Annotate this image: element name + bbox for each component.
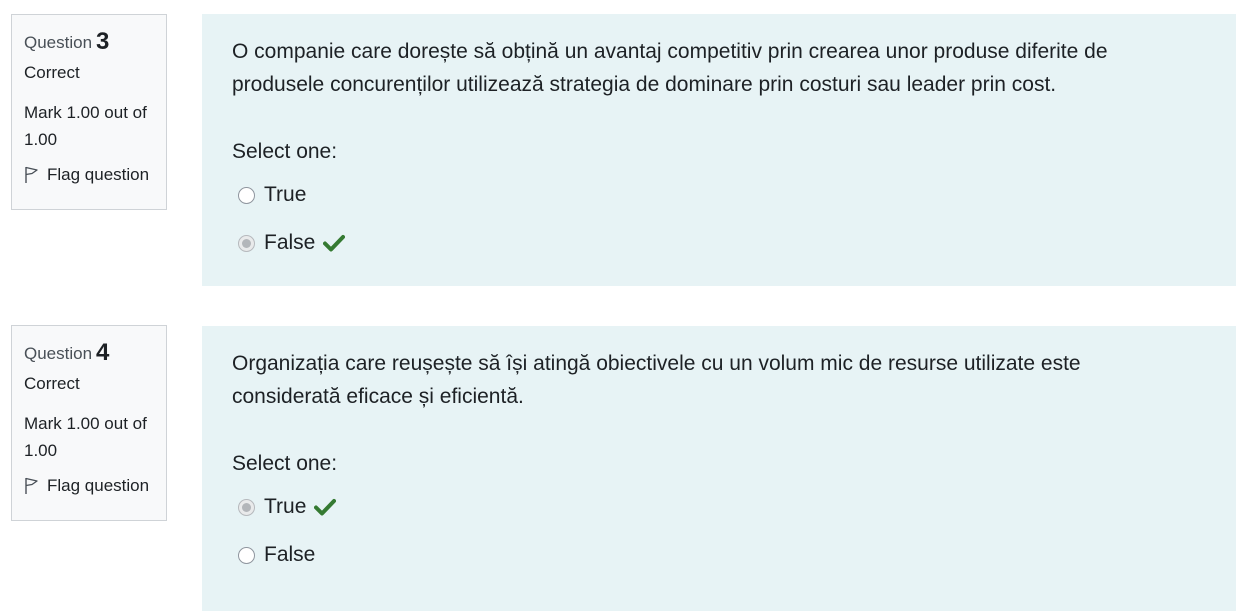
answer-option-label: True: [264, 495, 307, 518]
check-icon: [314, 499, 337, 516]
answer-option-false[interactable]: False: [238, 531, 1206, 579]
answer-option-label: False: [264, 543, 316, 566]
question-label: Question: [24, 344, 93, 363]
question-info: Question 3 Correct Mark 1.00 out of 1.00 …: [11, 14, 167, 210]
answer-option-true[interactable]: True: [238, 171, 1206, 219]
radio-false[interactable]: [238, 546, 255, 564]
question-grade: Mark 1.00 out of 1.00: [24, 414, 147, 460]
question-label: Question: [24, 33, 93, 52]
answer-options: True False: [232, 483, 1206, 579]
question-number: Question 3: [24, 27, 166, 57]
answer-option-label: False: [264, 231, 316, 254]
question-info: Question 4 Correct Mark 1.00 out of 1.00 …: [11, 325, 167, 521]
question-number: Question 4: [24, 338, 166, 368]
flag-question-label: Flag question: [47, 476, 150, 495]
question-state: Correct: [24, 374, 80, 393]
answer-options: True False: [232, 171, 1206, 267]
question-text: O companie care dorește să obțină un ava…: [232, 40, 1108, 96]
flag-question-link[interactable]: Flag question: [24, 163, 166, 187]
question-content: Organizația care reușește să își atingă …: [202, 326, 1236, 611]
question-text: Organizația care reușește să își atingă …: [232, 352, 1081, 408]
check-icon: [323, 235, 346, 252]
question-grade: Mark 1.00 out of 1.00: [24, 103, 147, 149]
radio-true[interactable]: [238, 498, 255, 516]
flag-question-link[interactable]: Flag question: [24, 474, 166, 498]
question-number-value: 4: [96, 339, 110, 366]
question-state: Correct: [24, 63, 80, 82]
answer-option-true[interactable]: True: [238, 483, 1206, 531]
question-content: O companie care dorește să obțină un ava…: [202, 14, 1236, 286]
question-number-value: 3: [96, 28, 110, 55]
radio-false[interactable]: [238, 234, 255, 252]
answer-option-false[interactable]: False: [238, 219, 1206, 267]
radio-true[interactable]: [238, 186, 255, 204]
answer-option-label: True: [264, 183, 307, 206]
flag-icon: [25, 477, 38, 494]
select-one-prompt: Select one:: [232, 452, 338, 475]
select-one-prompt: Select one:: [232, 140, 338, 163]
flag-icon: [25, 166, 38, 183]
flag-question-label: Flag question: [47, 165, 150, 184]
